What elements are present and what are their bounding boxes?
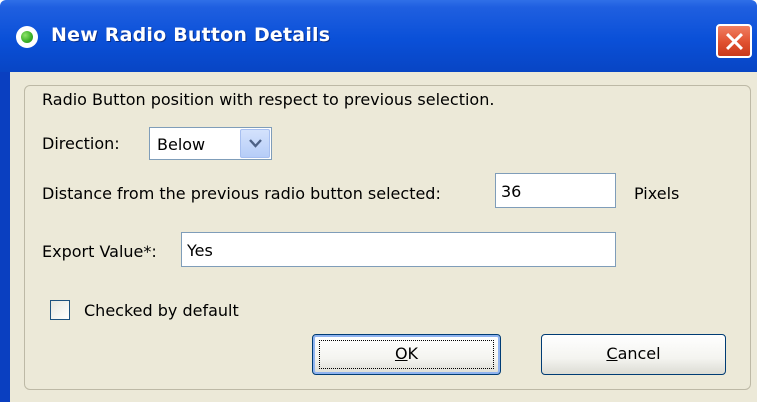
intro-text: Radio Button position with respect to pr… bbox=[42, 90, 495, 109]
distance-value: 36 bbox=[501, 182, 522, 201]
direction-select[interactable]: Below bbox=[149, 127, 272, 160]
title-bar[interactable]: New Radio Button Details bbox=[0, 0, 757, 72]
ok-button[interactable]: OK bbox=[312, 334, 501, 375]
export-value-text: Yes bbox=[187, 241, 213, 260]
distance-unit-label: Pixels bbox=[634, 184, 680, 203]
window-title: New Radio Button Details bbox=[51, 24, 331, 46]
dialog-window: New Radio Button Details Radio Button po… bbox=[0, 0, 757, 402]
direction-label: Direction: bbox=[42, 134, 120, 153]
distance-label: Distance from the previous radio button … bbox=[42, 184, 441, 203]
cancel-label-rest: ancel bbox=[617, 344, 661, 363]
distance-input[interactable]: 36 bbox=[495, 173, 616, 208]
chevron-down-icon bbox=[249, 139, 262, 148]
dropdown-button[interactable] bbox=[240, 129, 270, 158]
cancel-button[interactable]: Cancel bbox=[541, 334, 726, 375]
export-value-label: Export Value*: bbox=[42, 242, 157, 261]
checked-by-default-label[interactable]: Checked by default bbox=[84, 301, 239, 320]
direction-selected-value: Below bbox=[157, 135, 206, 154]
export-value-input[interactable]: Yes bbox=[181, 232, 616, 267]
radio-button-icon bbox=[16, 26, 38, 48]
checked-by-default-checkbox[interactable] bbox=[50, 300, 70, 320]
close-button[interactable] bbox=[716, 24, 752, 58]
cancel-mnemonic: C bbox=[606, 344, 618, 363]
focus-ring bbox=[319, 340, 494, 369]
